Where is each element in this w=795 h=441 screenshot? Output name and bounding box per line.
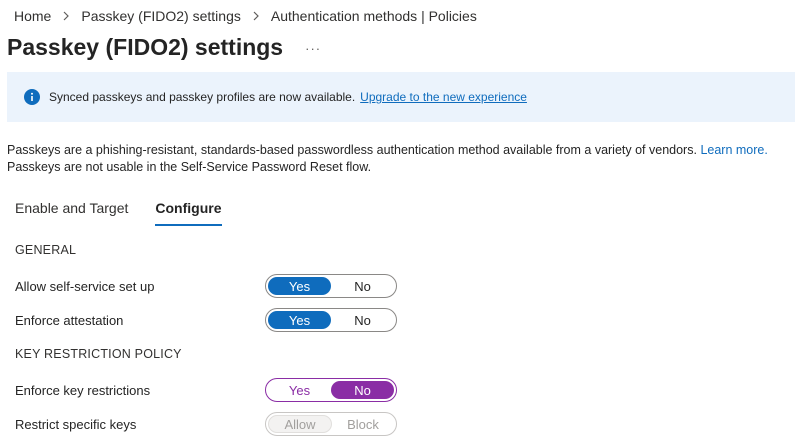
chevron-right-icon [51, 11, 81, 21]
breadcrumb-passkey-settings[interactable]: Passkey (FIDO2) settings [81, 8, 241, 24]
more-options-button[interactable]: ··· [305, 41, 321, 56]
enforce-attestation-no-option[interactable]: No [331, 311, 394, 329]
enforce-attestation-label: Enforce attestation [15, 313, 124, 328]
tab-configure[interactable]: Configure [155, 200, 222, 226]
upgrade-experience-link[interactable]: Upgrade to the new experience [360, 90, 527, 104]
info-banner: Synced passkeys and passkey profiles are… [7, 72, 795, 122]
restrict-specific-keys-label: Restrict specific keys [15, 417, 137, 432]
tab-enable-and-target[interactable]: Enable and Target [15, 200, 128, 226]
allow-self-service-no-option[interactable]: No [331, 277, 394, 295]
allow-self-service-toggle: Yes No [265, 274, 397, 298]
description-text: Passkeys are a phishing-resistant, stand… [7, 143, 697, 157]
learn-more-link[interactable]: Learn more. [700, 143, 767, 157]
page-title: Passkey (FIDO2) settings [7, 34, 284, 60]
breadcrumb-auth-methods-policies[interactable]: Authentication methods | Policies [271, 8, 477, 24]
enforce-key-restrictions-toggle: Yes No [265, 378, 397, 402]
enforce-key-restrictions-label: Enforce key restrictions [15, 383, 151, 398]
allow-self-service-label: Allow self-service set up [15, 279, 155, 294]
description-line-1: Passkeys are a phishing-resistant, stand… [7, 142, 795, 159]
chevron-right-icon [241, 11, 271, 21]
allow-self-service-yes-option[interactable]: Yes [268, 277, 331, 295]
breadcrumb: Home Passkey (FIDO2) settings Authentica… [14, 7, 477, 25]
enforce-attestation-yes-option[interactable]: Yes [268, 311, 331, 329]
tab-list: Enable and Target Configure [15, 200, 222, 226]
enforce-attestation-toggle: Yes No [265, 308, 397, 332]
key-restriction-section-heading: KEY RESTRICTION POLICY [15, 347, 182, 361]
page-header: Passkey (FIDO2) settings ··· [7, 34, 321, 61]
banner-text: Synced passkeys and passkey profiles are… [49, 90, 356, 104]
description-line-2: Passkeys are not usable in the Self-Serv… [7, 160, 372, 174]
enforce-key-restrictions-no-option[interactable]: No [331, 381, 394, 399]
info-icon [24, 89, 40, 105]
restrict-keys-allow-option: Allow [268, 415, 332, 433]
general-section-heading: GENERAL [15, 243, 77, 257]
restrict-specific-keys-toggle: Allow Block [265, 412, 397, 436]
enforce-key-restrictions-yes-option[interactable]: Yes [268, 381, 331, 399]
description: Passkeys are a phishing-resistant, stand… [7, 142, 795, 176]
breadcrumb-home[interactable]: Home [14, 8, 51, 24]
restrict-keys-block-option: Block [347, 416, 379, 432]
